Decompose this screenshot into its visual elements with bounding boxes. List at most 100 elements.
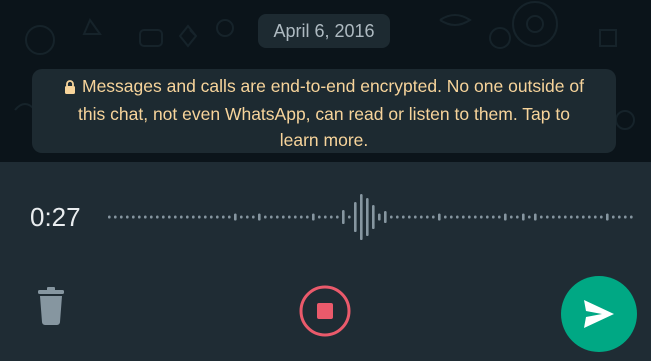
waveform-bar (264, 215, 267, 219)
waveform-bar (216, 215, 219, 219)
waveform-bar (132, 215, 135, 219)
waveform-bar (510, 215, 513, 219)
waveform-bar (210, 215, 213, 219)
waveform-bar (498, 215, 501, 219)
encryption-notice[interactable]: Messages and calls are end-to-end encryp… (32, 69, 616, 153)
waveform-bar (486, 215, 489, 219)
waveform-bar (432, 215, 435, 219)
waveform-bar (234, 213, 237, 221)
waveform-bar (252, 215, 255, 219)
waveform-bar (120, 215, 123, 219)
waveform-bar (630, 215, 633, 219)
waveform-bar (318, 215, 321, 219)
chat-background: April 6, 2016 Messages and calls are end… (0, 0, 651, 162)
waveform-bar (480, 215, 483, 219)
encryption-notice-text: Messages and calls are end-to-end encryp… (78, 76, 584, 150)
waveform-bar (168, 215, 171, 219)
waveform-bar (570, 215, 573, 219)
delete-recording-button[interactable] (34, 286, 68, 326)
waveform-bar (576, 215, 579, 219)
lock-icon (64, 75, 76, 101)
waveform-bar (270, 215, 273, 219)
waveform-bar (414, 215, 417, 219)
waveform (108, 194, 633, 240)
waveform-bar (384, 211, 387, 223)
waveform-bar (582, 215, 585, 219)
waveform-bar (228, 215, 231, 219)
waveform-bar (450, 215, 453, 219)
waveform-bar (162, 215, 165, 219)
stop-record-icon (299, 285, 351, 337)
waveform-bar (330, 215, 333, 219)
waveform-bar (462, 215, 465, 219)
waveform-bar (606, 213, 609, 221)
waveform-bar (438, 213, 441, 221)
waveform-bar (360, 194, 363, 240)
stop-recording-button[interactable] (298, 284, 352, 338)
waveform-bar (624, 215, 627, 219)
waveform-bar (390, 215, 393, 219)
waveform-bar (150, 215, 153, 219)
waveform-bar (204, 215, 207, 219)
waveform-bar (516, 215, 519, 219)
send-button[interactable] (561, 276, 637, 352)
waveform-bar (456, 215, 459, 219)
waveform-bar (300, 215, 303, 219)
waveform-bar (396, 215, 399, 219)
waveform-bar (528, 215, 531, 219)
waveform-bar (564, 215, 567, 219)
waveform-bar (522, 213, 525, 221)
waveform-bar (366, 198, 369, 236)
waveform-bar (138, 215, 141, 219)
waveform-bar (342, 210, 345, 224)
waveform-bar (180, 215, 183, 219)
waveform-bar (114, 215, 117, 219)
waveform-bar (288, 215, 291, 219)
voice-recorder-panel: 0:27 (0, 162, 651, 361)
send-icon (584, 300, 614, 328)
waveform-bar (306, 215, 309, 219)
waveform-bar (402, 215, 405, 219)
waveform-bar (174, 215, 177, 219)
recording-timer: 0:27 (30, 202, 81, 232)
waveform-bar (246, 215, 249, 219)
waveform-bar (276, 215, 279, 219)
waveform-bar (192, 215, 195, 219)
waveform-bar (186, 215, 189, 219)
waveform-bar (198, 215, 201, 219)
waveform-bar (444, 215, 447, 219)
waveform-bar (426, 215, 429, 219)
waveform-bar (468, 215, 471, 219)
waveform-bar (540, 215, 543, 219)
waveform-bar (588, 215, 591, 219)
waveform-bar (156, 215, 159, 219)
waveform-bar (594, 215, 597, 219)
waveform-bar (600, 215, 603, 219)
waveform-bar (222, 215, 225, 219)
waveform-bar (126, 215, 129, 219)
waveform-bar (282, 215, 285, 219)
waveform-bar (504, 213, 507, 221)
waveform-bar (336, 215, 339, 219)
waveform-bar (258, 213, 261, 221)
waveform-bar (534, 213, 537, 221)
waveform-bar (552, 215, 555, 219)
waveform-bar (240, 215, 243, 219)
waveform-bar (354, 202, 357, 232)
waveform-bar (348, 215, 351, 219)
waveform-bar (312, 213, 315, 221)
waveform-bar (378, 213, 381, 221)
waveform-bar (618, 215, 621, 219)
waveform-bar (492, 215, 495, 219)
waveform-bar (474, 215, 477, 219)
waveform-bar (612, 215, 615, 219)
waveform-bar (546, 215, 549, 219)
waveform-bar (144, 215, 147, 219)
waveform-bar (294, 215, 297, 219)
waveform-bar (408, 215, 411, 219)
date-chip: April 6, 2016 (258, 14, 390, 48)
waveform-bar (420, 215, 423, 219)
waveform-bar (324, 215, 327, 219)
waveform-bar (372, 205, 375, 229)
waveform-bar (108, 215, 111, 219)
